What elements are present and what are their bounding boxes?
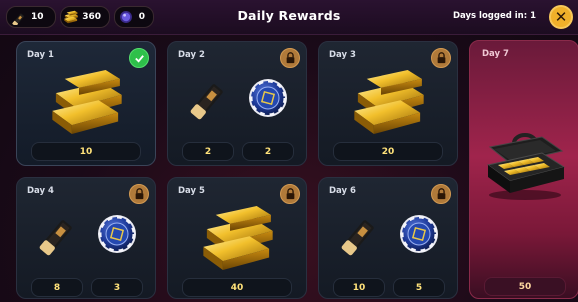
reward-value: 3 bbox=[91, 278, 143, 297]
day-card-4[interactable]: Day 4 8 3 bbox=[16, 177, 156, 299]
poker-chip-icon bbox=[398, 213, 440, 258]
day-label: Day 2 bbox=[178, 50, 205, 60]
reward-value: 40 bbox=[182, 278, 292, 297]
day-card-3[interactable]: Day 3 20 bbox=[318, 41, 458, 166]
reward-value: 2 bbox=[242, 142, 294, 161]
lock-icon bbox=[280, 48, 300, 68]
day-card-6[interactable]: Day 6 10 5 bbox=[318, 177, 458, 299]
reward-value: 5 bbox=[393, 278, 445, 297]
reward-value: 2 bbox=[182, 142, 234, 161]
reward-value: 20 bbox=[333, 142, 443, 161]
day-label: Day 3 bbox=[329, 50, 356, 60]
gold-bars-icon bbox=[47, 66, 127, 142]
close-button[interactable]: ✕ bbox=[549, 5, 573, 29]
reward-value: 10 bbox=[333, 278, 385, 297]
lock-icon bbox=[280, 184, 300, 204]
lock-icon bbox=[431, 184, 451, 204]
gold-bars-icon bbox=[349, 66, 429, 142]
poker-chip-icon bbox=[96, 213, 138, 258]
day-card-5[interactable]: Day 5 40 bbox=[167, 177, 307, 299]
ticket-icon bbox=[335, 208, 379, 260]
gold-bars-icon bbox=[198, 202, 278, 278]
ticket-icon bbox=[33, 208, 77, 260]
day-label: Day 7 bbox=[482, 49, 509, 59]
close-icon: ✕ bbox=[554, 7, 568, 26]
lock-icon bbox=[431, 48, 451, 68]
day-label: Day 5 bbox=[178, 186, 205, 196]
day-card-1[interactable]: Day 1 10 bbox=[16, 41, 156, 166]
days-logged-in: Days logged in: 1 bbox=[452, 11, 536, 21]
day-label: Day 6 bbox=[329, 186, 356, 196]
reward-value: 8 bbox=[31, 278, 83, 297]
ticket-icon bbox=[184, 72, 228, 124]
lock-icon bbox=[129, 184, 149, 204]
reward-value: 50 bbox=[484, 277, 566, 296]
day-label: Day 4 bbox=[27, 186, 54, 196]
day-card-7[interactable]: Day 7 50 bbox=[469, 40, 578, 299]
reward-value: 10 bbox=[31, 142, 141, 161]
day-card-2[interactable]: Day 2 2 2 bbox=[167, 41, 307, 166]
gold-briefcase-icon bbox=[484, 129, 566, 205]
day-label: Day 1 bbox=[27, 50, 54, 60]
check-icon bbox=[129, 48, 149, 68]
top-bar: 10 360 0 Daily Rewards Days logged in: 1… bbox=[0, 0, 578, 35]
poker-chip-icon bbox=[247, 77, 289, 122]
